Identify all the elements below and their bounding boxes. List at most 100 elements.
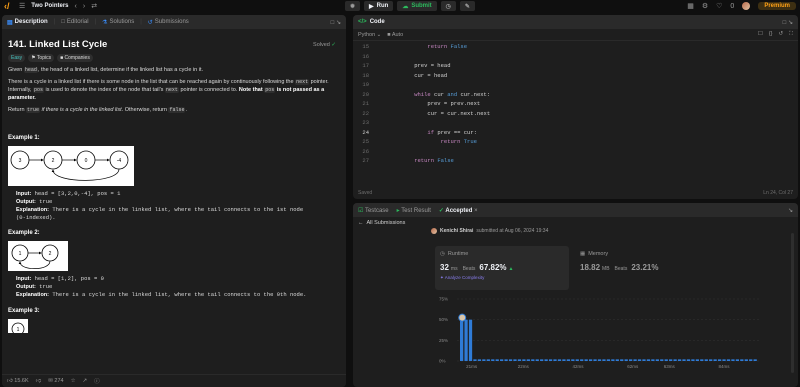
histogram-bar[interactable]	[504, 359, 508, 361]
notes-button[interactable]: ✎	[459, 1, 475, 11]
analyze-complexity-link[interactable]: ✦ Analyze Complexity	[440, 275, 564, 281]
histogram-bar[interactable]	[597, 359, 602, 361]
histogram-bar[interactable]	[588, 359, 593, 361]
histogram-bar[interactable]	[517, 359, 522, 361]
histogram-bar[interactable]	[584, 359, 588, 361]
collapse-icon[interactable]: □	[783, 20, 787, 26]
histogram-bar[interactable]	[695, 359, 699, 361]
histogram-bar[interactable]	[749, 359, 753, 361]
notification-icon[interactable]: ♡	[716, 2, 722, 10]
histogram-bar[interactable]	[593, 359, 597, 361]
histogram-bar[interactable]	[500, 359, 504, 361]
histogram-bar[interactable]	[482, 359, 486, 361]
run-button[interactable]: ▶ Run	[364, 1, 394, 11]
histogram-bar[interactable]	[637, 359, 642, 361]
histogram-bar[interactable]	[726, 359, 731, 361]
submit-button[interactable]: ☁ Submit	[397, 1, 437, 11]
histogram-bar[interactable]	[677, 359, 682, 361]
problem-list-icon[interactable]: ☰	[19, 2, 25, 10]
histogram-bar[interactable]	[651, 359, 655, 361]
histogram-bar[interactable]	[629, 359, 633, 361]
histogram-bar[interactable]	[602, 359, 606, 361]
histogram-bar[interactable]	[664, 359, 668, 361]
histogram-bar[interactable]	[606, 359, 611, 361]
histogram-bar[interactable]	[513, 359, 517, 361]
histogram-bar[interactable]	[744, 359, 748, 361]
tab-test-result[interactable]: ▸ Test Result	[397, 207, 431, 214]
histogram-bar[interactable]	[753, 359, 757, 361]
histogram-bar[interactable]	[531, 359, 535, 361]
histogram-bar[interactable]	[508, 359, 513, 361]
dislike-button[interactable]: 👎︎	[36, 378, 42, 384]
histogram-bar[interactable]	[673, 359, 677, 361]
histogram-bar[interactable]	[486, 359, 490, 361]
histogram-bar[interactable]	[473, 359, 477, 361]
histogram-bar[interactable]	[686, 359, 691, 361]
help-icon[interactable]: ⓘ	[94, 377, 100, 385]
favorite-icon[interactable]: ☆	[71, 378, 76, 384]
timer-button[interactable]: ◷	[440, 1, 456, 11]
tab-submissions[interactable]: ↺ Submissions	[148, 19, 189, 26]
histogram-bar[interactable]	[580, 359, 584, 361]
bookmark-icon[interactable]: ☐	[758, 31, 763, 38]
histogram-bar[interactable]	[468, 319, 473, 361]
premium-button[interactable]: Premium	[758, 2, 796, 10]
debug-button[interactable]: ✹	[345, 1, 361, 11]
histogram-bar[interactable]	[700, 359, 704, 361]
histogram-bar[interactable]	[740, 359, 744, 361]
fullscreen-icon[interactable]: ⛶	[789, 31, 793, 38]
share-icon[interactable]: ↗	[83, 378, 88, 384]
histogram-bar[interactable]	[660, 359, 664, 361]
histogram-bar[interactable]	[646, 359, 651, 361]
tab-editorial[interactable]: □ Editorial	[61, 19, 88, 25]
histogram-bar[interactable]	[477, 359, 482, 361]
tab-accepted[interactable]: ✓ Accepted ×	[439, 207, 478, 214]
comments-button[interactable]: ✉ 274	[48, 378, 63, 384]
histogram-bar[interactable]	[464, 319, 468, 361]
histogram-bar[interactable]	[713, 359, 717, 361]
histogram-bar[interactable]	[553, 359, 557, 361]
memory-card[interactable]: ▦ Memory 18.82 MB Beats 23.21%	[575, 246, 709, 290]
problem-list-title[interactable]: Two Pointers	[31, 3, 68, 9]
histogram-bar[interactable]	[491, 359, 495, 361]
format-icon[interactable]: {}	[769, 31, 773, 38]
histogram-bar[interactable]	[704, 359, 708, 361]
histogram-bar[interactable]	[522, 359, 526, 361]
histogram-bar[interactable]	[557, 359, 562, 361]
histogram-bar[interactable]	[731, 359, 735, 361]
auto-toggle[interactable]: ■ Auto	[387, 32, 403, 38]
companies-tag[interactable]: ■ Companies	[57, 54, 93, 62]
avatar[interactable]	[742, 2, 751, 10]
histogram-bar[interactable]	[460, 319, 464, 361]
histogram-bar[interactable]	[615, 359, 619, 361]
histogram-bar[interactable]	[535, 359, 539, 361]
histogram-bar[interactable]	[709, 359, 713, 361]
leetcode-logo-icon[interactable]: ‹/	[4, 1, 13, 11]
histogram-bar[interactable]	[717, 359, 722, 361]
histogram-bar[interactable]	[571, 359, 575, 361]
collapse-icon[interactable]: □	[331, 20, 335, 26]
all-submissions-link[interactable]: ← All Submissions	[353, 217, 798, 229]
tab-description[interactable]: ▤ Description	[7, 19, 48, 26]
histogram-bar[interactable]	[722, 359, 726, 361]
histogram-bar[interactable]	[544, 359, 548, 361]
histogram-bar[interactable]	[682, 359, 686, 361]
next-problem-icon[interactable]: ›	[83, 3, 85, 10]
topics-tag[interactable]: ⚑ Topics	[28, 54, 55, 62]
tab-solutions[interactable]: ⚗ Solutions	[102, 19, 134, 26]
histogram-bar[interactable]	[611, 359, 615, 361]
histogram-bar[interactable]	[566, 359, 570, 361]
histogram-bar[interactable]	[562, 359, 566, 361]
code-editor[interactable]: 15 return False 16 17 prev = head 18 cur…	[353, 42, 798, 182]
histogram-bar[interactable]	[691, 359, 695, 361]
histogram-bar[interactable]	[495, 359, 499, 361]
maximize-icon[interactable]: ↘	[788, 20, 793, 26]
shuffle-icon[interactable]: ⇄	[91, 2, 97, 10]
tab-testcase[interactable]: ☑ Testcase	[358, 207, 389, 214]
histogram-bar[interactable]	[655, 359, 659, 361]
histogram-bar[interactable]	[540, 359, 544, 361]
maximize-icon[interactable]: ↘	[336, 20, 341, 26]
histogram-bar[interactable]	[620, 359, 624, 361]
layout-icon[interactable]: ▦	[687, 2, 694, 10]
like-button[interactable]: 👍︎ 15.6K	[7, 378, 29, 384]
